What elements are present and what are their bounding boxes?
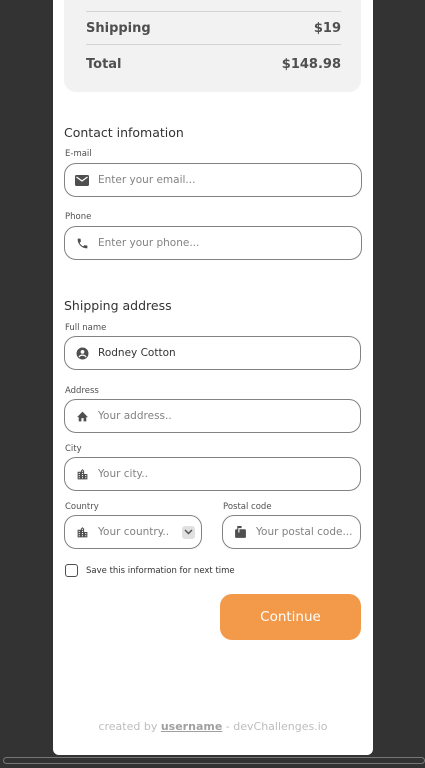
horizontal-scrollbar[interactable] bbox=[3, 757, 425, 764]
fullname-label: Full name bbox=[65, 323, 107, 333]
shipping-value: $19 bbox=[313, 21, 341, 36]
checkout-card: Shipping $19 Total $148.98 Contact infom… bbox=[53, 0, 373, 755]
country-label: Country bbox=[65, 502, 99, 512]
shipping-row: Shipping $19 bbox=[86, 21, 341, 36]
save-info-checkbox[interactable] bbox=[65, 564, 78, 577]
order-summary: Shipping $19 Total $148.98 bbox=[64, 0, 361, 92]
phone-input[interactable] bbox=[98, 237, 361, 249]
footer-suffix: - devChallenges.io bbox=[225, 720, 328, 733]
save-info-label: Save this information for next time bbox=[86, 565, 235, 576]
username-link[interactable]: username bbox=[161, 720, 222, 733]
fullname-input[interactable] bbox=[98, 347, 360, 359]
email-label: E-mail bbox=[65, 149, 92, 159]
email-input[interactable] bbox=[98, 174, 361, 186]
mailbox-icon bbox=[233, 525, 247, 539]
city-icon bbox=[75, 467, 89, 481]
total-row: Total $148.98 bbox=[86, 57, 341, 72]
footer-prefix: created by bbox=[98, 720, 158, 733]
mail-icon bbox=[75, 173, 89, 187]
address-input[interactable] bbox=[98, 410, 360, 422]
postal-input[interactable] bbox=[256, 526, 360, 538]
footer: created by username - devChallenges.io bbox=[53, 720, 373, 733]
shipping-label: Shipping bbox=[86, 21, 151, 36]
phone-label: Phone bbox=[65, 212, 92, 222]
divider bbox=[86, 44, 341, 45]
total-label: Total bbox=[86, 57, 122, 72]
email-field[interactable] bbox=[64, 163, 362, 197]
contact-title: Contact infomation bbox=[64, 125, 184, 140]
address-label: Address bbox=[65, 386, 99, 396]
continue-button[interactable]: Continue bbox=[220, 594, 361, 640]
total-value: $148.98 bbox=[281, 57, 341, 72]
country-input[interactable] bbox=[98, 526, 182, 538]
save-info-row[interactable]: Save this information for next time bbox=[65, 564, 235, 577]
city-input[interactable] bbox=[98, 468, 360, 480]
postal-label: Postal code bbox=[223, 502, 272, 512]
home-icon bbox=[75, 409, 89, 423]
phone-field[interactable] bbox=[64, 226, 362, 260]
fullname-field[interactable] bbox=[64, 336, 361, 370]
postal-field[interactable] bbox=[222, 515, 361, 549]
phone-icon bbox=[75, 236, 89, 250]
chevron-down-icon[interactable] bbox=[182, 525, 195, 539]
country-select[interactable] bbox=[64, 515, 202, 549]
city-label: City bbox=[65, 444, 82, 454]
shipping-address-title: Shipping address bbox=[64, 298, 172, 313]
address-field[interactable] bbox=[64, 399, 361, 433]
divider bbox=[86, 11, 341, 12]
account-circle-icon bbox=[75, 346, 89, 360]
city-field[interactable] bbox=[64, 457, 361, 491]
city-icon bbox=[75, 525, 89, 539]
